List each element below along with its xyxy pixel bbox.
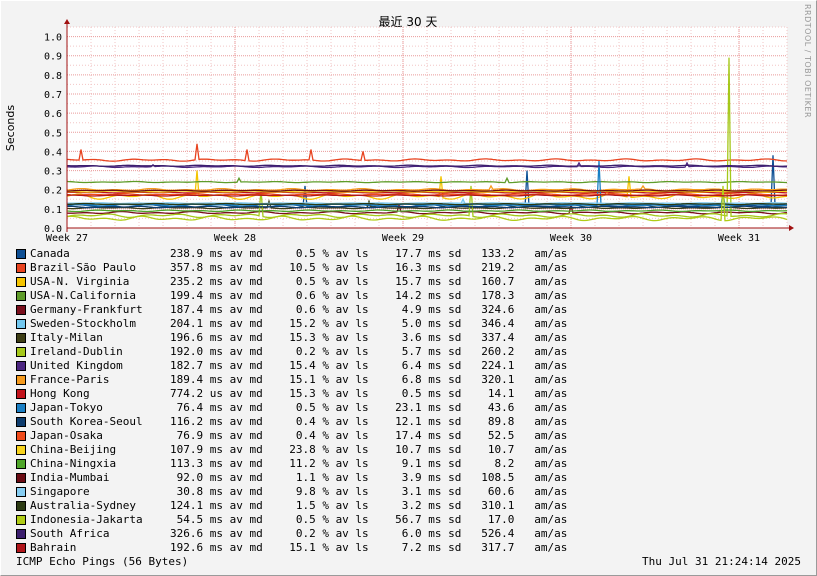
legend-series-stats: 116.2 ms av md 0.4 % av ls 12.1 ms sd 89… bbox=[170, 415, 568, 428]
x-tick-label: Week 29 bbox=[382, 233, 424, 244]
y-tick-label: 0.5 bbox=[44, 128, 62, 139]
legend-series-stats: 76.9 ms av md 0.4 % av ls 17.4 ms sd 52.… bbox=[170, 429, 568, 442]
legend-swatch bbox=[16, 291, 26, 301]
legend-swatch bbox=[16, 347, 26, 357]
series-line bbox=[66, 189, 787, 192]
legend-series-name: Indonesia-Jakarta bbox=[30, 513, 143, 526]
y-tick-label: 1.0 bbox=[44, 33, 62, 44]
chart-title: 最近 30 天 bbox=[379, 15, 438, 29]
legend-swatch bbox=[16, 361, 26, 371]
legend-series-name: Canada bbox=[30, 247, 70, 260]
legend-swatch bbox=[16, 263, 26, 273]
legend-series-stats: 235.2 ms av md 0.5 % av ls 15.7 ms sd 16… bbox=[170, 275, 568, 288]
legend-series-name: Australia-Sydney bbox=[30, 499, 136, 512]
y-tick-label: 0.4 bbox=[44, 147, 62, 158]
legend-series-stats: 238.9 ms av md 0.5 % av ls 17.7 ms sd 13… bbox=[170, 247, 568, 260]
legend-swatch bbox=[16, 529, 26, 539]
legend-series-stats: 199.4 ms av md 0.6 % av ls 14.2 ms sd 17… bbox=[170, 289, 568, 302]
y-tick-label: 0.9 bbox=[44, 52, 62, 63]
y-axis-arrow bbox=[64, 19, 70, 24]
legend-series-name: Bahrain bbox=[30, 541, 77, 554]
legend-swatch bbox=[16, 515, 26, 525]
legend-series-name: Sweden-Stockholm bbox=[30, 317, 136, 330]
legend-swatch bbox=[16, 375, 26, 385]
footer-description: ICMP Echo Pings (56 Bytes) bbox=[16, 555, 189, 568]
legend-series-stats: 357.8 ms av md 10.5 % av ls 16.3 ms sd 2… bbox=[170, 261, 568, 274]
legend-swatch bbox=[16, 305, 26, 315]
footer-timestamp: Thu Jul 31 21:24:14 2025 bbox=[642, 555, 801, 568]
legend-swatch bbox=[16, 333, 26, 343]
legend-swatch bbox=[16, 277, 26, 287]
legend-series-name: Germany-Frankfurt bbox=[30, 303, 143, 316]
legend-swatch bbox=[16, 487, 26, 497]
legend-series-name: France-Paris bbox=[30, 373, 110, 386]
y-tick-label: 0.7 bbox=[44, 90, 62, 101]
legend-series-stats: 204.1 ms av md 15.2 % av ls 5.0 ms sd 34… bbox=[170, 317, 568, 330]
legend-series-name: United Kingdom bbox=[30, 359, 123, 372]
legend-series-stats: 107.9 ms av md 23.8 % av ls 10.7 ms sd 1… bbox=[170, 443, 568, 456]
legend-series-stats: 192.0 ms av md 0.2 % av ls 5.7 ms sd 260… bbox=[170, 345, 568, 358]
legend-swatch bbox=[16, 417, 26, 427]
legend-series-name: South Korea-Seoul bbox=[30, 415, 143, 428]
y-tick-label: 0.1 bbox=[44, 205, 62, 216]
legend-series-name: South Africa bbox=[30, 527, 110, 540]
legend-series-name: USA-N.California bbox=[30, 289, 136, 302]
legend-series-stats: 774.2 us av md 15.3 % av ls 0.5 ms sd 14… bbox=[170, 387, 568, 400]
rrdtool-watermark: RRDTOOL / TOBI OETIKER bbox=[803, 4, 812, 119]
legend-series-stats: 113.3 ms av md 11.2 % av ls 9.1 ms sd 8.… bbox=[170, 457, 568, 470]
y-tick-label: 0.8 bbox=[44, 71, 62, 82]
legend-series-stats: 124.1 ms av md 1.5 % av ls 3.2 ms sd 310… bbox=[170, 499, 568, 512]
legend-series-name: India-Mumbai bbox=[30, 471, 110, 484]
legend-series-name: Ireland-Dublin bbox=[30, 345, 123, 358]
legend-series-stats: 30.8 ms av md 9.8 % av ls 3.1 ms sd 60.6… bbox=[170, 485, 568, 498]
y-tick-label: 0.6 bbox=[44, 109, 62, 120]
legend-series-stats: 187.4 ms av md 0.6 % av ls 4.9 ms sd 324… bbox=[170, 303, 568, 316]
legend-swatch bbox=[16, 389, 26, 399]
legend-series-stats: 76.4 ms av md 0.5 % av ls 23.1 ms sd 43.… bbox=[170, 401, 568, 414]
legend-series-stats: 326.6 ms av md 0.2 % av ls 6.0 ms sd 526… bbox=[170, 527, 568, 540]
legend-swatch bbox=[16, 249, 26, 259]
x-tick-label: Week 30 bbox=[550, 233, 592, 244]
legend-swatch bbox=[16, 501, 26, 511]
legend-swatch bbox=[16, 473, 26, 483]
x-tick-label: Week 31 bbox=[718, 233, 760, 244]
legend-series-name: Hong Kong bbox=[30, 387, 90, 400]
legend-series-stats: 54.5 ms av md 0.5 % av ls 56.7 ms sd 17.… bbox=[170, 513, 568, 526]
series-line bbox=[67, 191, 788, 194]
legend-series-name: USA-N. Virginia bbox=[30, 275, 130, 288]
legend-swatch bbox=[16, 431, 26, 441]
y-tick-label: 0.3 bbox=[44, 167, 62, 178]
x-axis-arrow bbox=[789, 225, 794, 231]
legend-swatch bbox=[16, 403, 26, 413]
legend-series-name: China-Beijing bbox=[30, 443, 117, 456]
legend-series-name: China-Ningxia bbox=[30, 457, 117, 470]
x-tick-label: Week 28 bbox=[214, 233, 256, 244]
y-tick-label: 0.2 bbox=[44, 186, 62, 197]
legend-series-name: Singapore bbox=[30, 485, 90, 498]
legend-series-name: Italy-Milan bbox=[30, 331, 103, 344]
legend-swatch bbox=[16, 459, 26, 469]
legend-series-name: Japan-Tokyo bbox=[30, 401, 103, 414]
legend-series-name: Brazil-São Paulo bbox=[30, 261, 136, 274]
legend-swatch bbox=[16, 543, 26, 553]
legend-series-stats: 196.6 ms av md 15.3 % av ls 3.6 ms sd 33… bbox=[170, 331, 568, 344]
x-tick-label: Week 27 bbox=[46, 233, 88, 244]
y-axis-label: Seconds bbox=[4, 105, 17, 151]
legend-series-stats: 92.0 ms av md 1.1 % av ls 3.9 ms sd 108.… bbox=[170, 471, 568, 484]
legend-series-stats: 192.6 ms av md 15.1 % av ls 7.2 ms sd 31… bbox=[170, 541, 568, 554]
legend-series-stats: 182.7 ms av md 15.4 % av ls 6.4 ms sd 22… bbox=[170, 359, 568, 372]
legend-swatch bbox=[16, 319, 26, 329]
legend-swatch bbox=[16, 445, 26, 455]
legend-series-stats: 189.4 ms av md 15.1 % av ls 6.8 ms sd 32… bbox=[170, 373, 568, 386]
legend-series-name: Japan-Osaka bbox=[30, 429, 103, 442]
